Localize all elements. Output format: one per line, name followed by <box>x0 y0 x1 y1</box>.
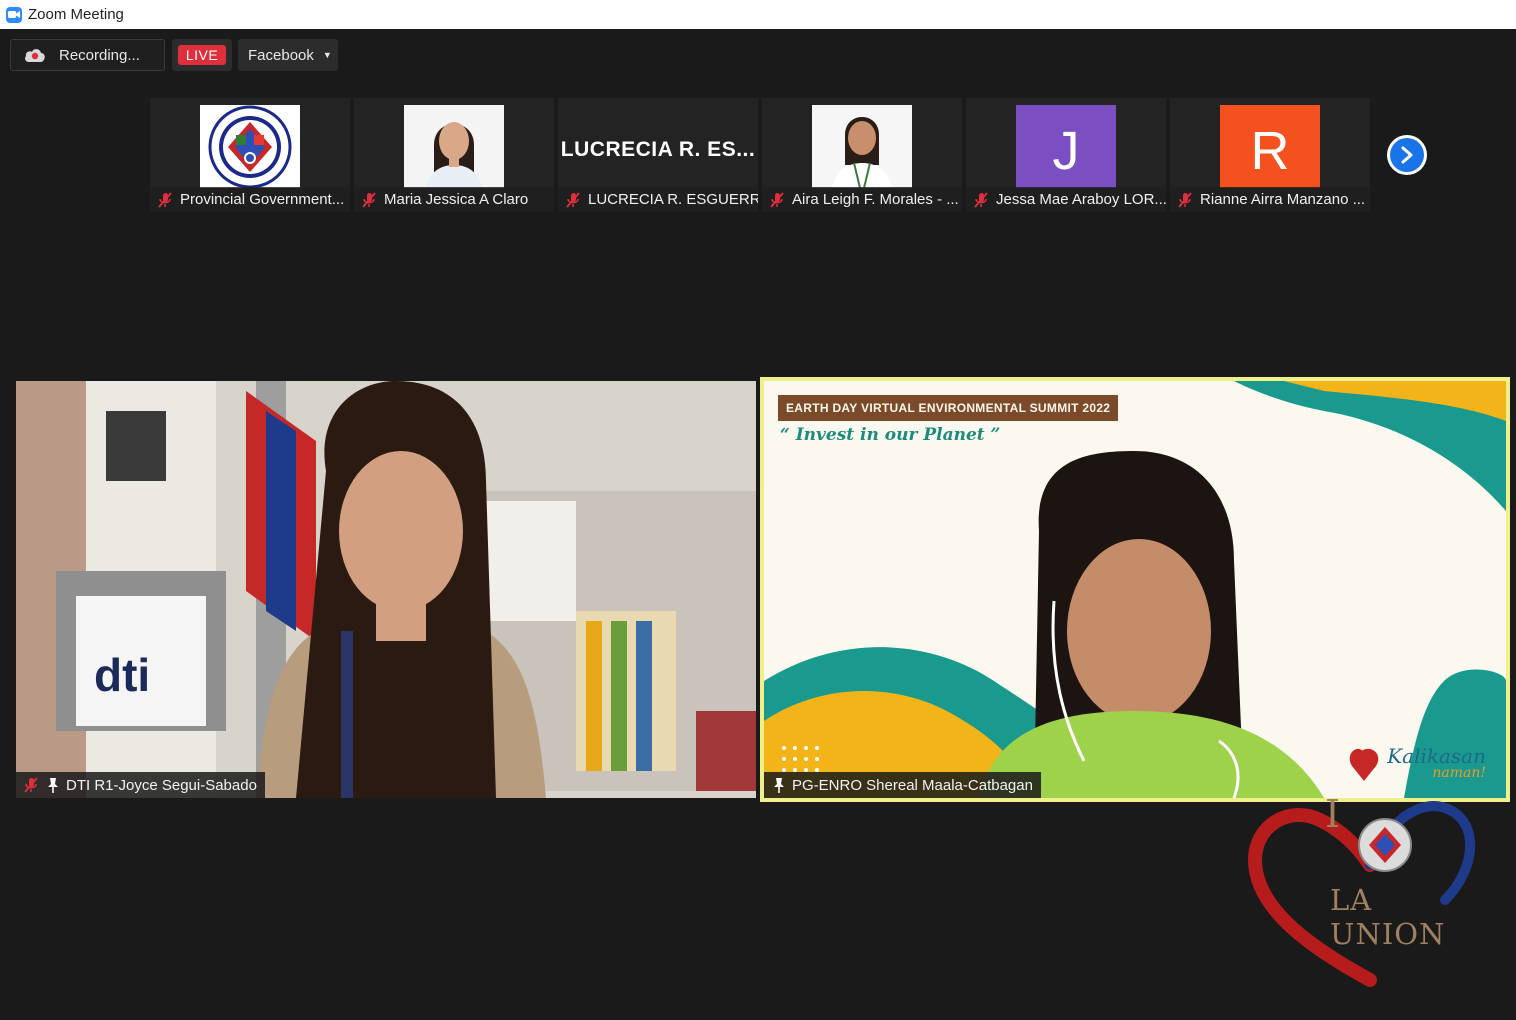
next-page-button[interactable] <box>1387 135 1427 175</box>
mic-muted-icon <box>1178 191 1192 208</box>
chevron-right-icon <box>1401 146 1413 164</box>
pin-icon <box>48 778 58 793</box>
participant-thumbnail[interactable]: Aira Leigh F. Morales - ... <box>762 98 962 212</box>
participant-thumbnail[interactable]: Maria Jessica A Claro <box>354 98 554 212</box>
window-title: Zoom Meeting <box>28 6 124 23</box>
summit-title-banner: EARTH DAY VIRTUAL ENVIRONMENTAL SUMMIT 2… <box>778 395 1119 421</box>
stream-target-label: Facebook <box>248 46 314 64</box>
summit-slogan: “ Invest in our Planet ” <box>780 425 1001 445</box>
kalikasan-logo: Kalikasan naman! <box>1387 746 1486 780</box>
recording-indicator[interactable]: Recording... <box>10 39 165 71</box>
mic-muted-icon <box>362 191 376 208</box>
la-union-logo: I LA UNION <box>1245 790 1495 990</box>
avatar: J <box>1016 105 1116 188</box>
speaker-name-left: DTI R1-Joyce Segui-Sabado <box>66 776 257 794</box>
speaker-video-left: dti <box>16 381 756 798</box>
participant-photo <box>404 105 504 188</box>
participant-name: LUCRECIA R. ESGUERR... <box>588 191 758 208</box>
mic-muted-icon <box>24 777 38 793</box>
mic-muted-icon <box>974 191 988 208</box>
participant-name: Rianne Airra Manzano ... <box>1200 191 1366 208</box>
la-union-i: I <box>1325 792 1341 836</box>
participant-photo <box>812 105 912 188</box>
province-seal-logo <box>200 105 300 188</box>
participant-name: Aira Leigh F. Morales - ... <box>792 191 959 208</box>
live-badge[interactable]: LIVE <box>172 39 232 71</box>
participant-thumbnail[interactable]: R Rianne Airra Manzano ... <box>1170 98 1370 212</box>
caret-down-icon: ▼ <box>322 50 332 60</box>
pin-icon <box>774 778 784 793</box>
svg-text:dti: dti <box>94 649 150 701</box>
mic-muted-icon <box>566 191 580 208</box>
cloud-recording-icon <box>25 49 45 62</box>
title-bar: Zoom Meeting <box>0 0 1516 29</box>
participant-thumbnail[interactable]: J Jessa Mae Araboy LOR... <box>966 98 1166 212</box>
video-pane-right[interactable]: EARTH DAY VIRTUAL ENVIRONMENTAL SUMMIT 2… <box>760 377 1510 802</box>
participant-thumbnail[interactable]: LUCRECIA R. ES... LUCRECIA R. ESGUERR... <box>558 98 758 212</box>
video-pane-left[interactable]: dti DTI R1-Joyce Segui-Sabado <box>16 381 756 798</box>
avatar: R <box>1220 105 1320 188</box>
participant-name: Jessa Mae Araboy LOR... <box>996 191 1166 208</box>
participant-name-display: LUCRECIA R. ES... <box>560 138 756 161</box>
live-label: LIVE <box>177 45 227 65</box>
stream-target-dropdown[interactable]: Facebook ▼ <box>238 39 338 71</box>
mic-muted-icon <box>158 191 172 208</box>
participant-name: Maria Jessica A Claro <box>384 191 529 208</box>
mic-muted-icon <box>770 191 784 208</box>
la-union-text: LA UNION <box>1330 883 1446 951</box>
participant-name: Provincial Government... <box>180 191 345 208</box>
zoom-app-icon <box>6 6 22 23</box>
speaker-name-right: PG-ENRO Shereal Maala-Catbagan <box>792 776 1033 794</box>
participant-thumbnail[interactable]: Provincial Government... <box>150 98 350 212</box>
kalikasan-subtext: naman! <box>1432 765 1486 781</box>
recording-label: Recording... <box>59 46 140 64</box>
